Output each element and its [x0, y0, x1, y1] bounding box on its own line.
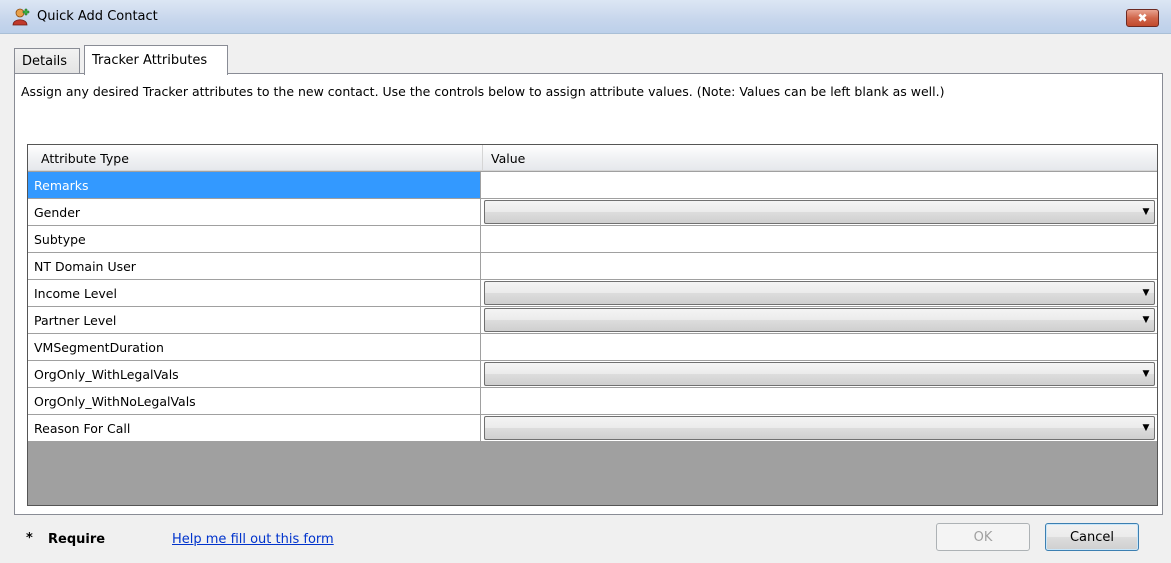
attribute-type-cell[interactable]: Income Level: [28, 280, 481, 306]
grid-row-orgonly-withlegalvals[interactable]: OrgOnly_WithLegalVals ▼: [28, 361, 1157, 388]
attribute-type-cell[interactable]: OrgOnly_WithNoLegalVals: [28, 388, 481, 414]
help-fill-form-link[interactable]: Help me fill out this form: [172, 532, 334, 547]
column-header-attribute-type[interactable]: Attribute Type: [28, 145, 483, 171]
required-label: Require: [48, 532, 106, 547]
orgonly-withnolegalvals-value-field[interactable]: [482, 388, 1157, 414]
remarks-value-field[interactable]: [482, 172, 1157, 198]
ok-button[interactable]: OK: [936, 523, 1030, 551]
vmsegmentduration-value-field[interactable]: [482, 334, 1157, 360]
required-marker: *: [26, 531, 33, 546]
reason-for-call-dropdown[interactable]: ▼: [484, 416, 1155, 440]
column-header-value[interactable]: Value: [483, 145, 1157, 171]
chevron-down-icon[interactable]: ▼: [1140, 367, 1152, 381]
attribute-type-cell[interactable]: OrgOnly_WithLegalVals: [28, 361, 481, 387]
attribute-type-cell[interactable]: Remarks: [28, 172, 481, 198]
gender-value-cell: ▼: [482, 199, 1157, 225]
grid-row-reason-for-call[interactable]: Reason For Call ▼: [28, 415, 1157, 442]
income-level-value-cell: ▼: [482, 280, 1157, 306]
title-bar: Quick Add Contact ✖: [0, 0, 1171, 34]
orgonly-withlegalvals-dropdown[interactable]: ▼: [484, 362, 1155, 386]
attribute-type-cell[interactable]: Reason For Call: [28, 415, 481, 441]
grid-row-vmsegmentduration[interactable]: VMSegmentDuration: [28, 334, 1157, 361]
instructions-text: Assign any desired Tracker attributes to…: [21, 84, 945, 99]
chevron-down-icon[interactable]: ▼: [1140, 286, 1152, 300]
grid-row-nt-domain-user[interactable]: NT Domain User: [28, 253, 1157, 280]
attribute-type-cell[interactable]: Partner Level: [28, 307, 481, 333]
chevron-down-icon[interactable]: ▼: [1140, 205, 1152, 219]
nt-domain-user-value-field[interactable]: [482, 253, 1157, 279]
attribute-type-cell[interactable]: VMSegmentDuration: [28, 334, 481, 360]
grid-row-income-level[interactable]: Income Level ▼: [28, 280, 1157, 307]
grid-row-partner-level[interactable]: Partner Level ▼: [28, 307, 1157, 334]
tab-tracker-attributes[interactable]: Tracker Attributes: [84, 45, 228, 75]
tab-details[interactable]: Details: [14, 48, 80, 74]
attribute-type-cell[interactable]: Gender: [28, 199, 481, 225]
partner-level-dropdown[interactable]: ▼: [484, 308, 1155, 332]
chevron-down-icon[interactable]: ▼: [1140, 313, 1152, 327]
close-icon: ✖: [1137, 11, 1148, 25]
subtype-value-field[interactable]: [482, 226, 1157, 252]
contact-add-icon: [12, 8, 30, 26]
grid-row-subtype[interactable]: Subtype: [28, 226, 1157, 253]
reason-for-call-value-cell: ▼: [482, 415, 1157, 441]
window-title: Quick Add Contact: [37, 9, 158, 24]
income-level-dropdown[interactable]: ▼: [484, 281, 1155, 305]
tab-tracker-attributes-label: Tracker Attributes: [92, 53, 208, 68]
cancel-button[interactable]: Cancel: [1045, 523, 1139, 551]
attribute-type-cell[interactable]: NT Domain User: [28, 253, 481, 279]
grid-header: Attribute Type Value: [28, 145, 1157, 171]
partner-level-value-cell: ▼: [482, 307, 1157, 333]
close-button[interactable]: ✖: [1126, 9, 1159, 27]
quick-add-contact-window: Quick Add Contact ✖ Details Tracker Attr…: [0, 0, 1171, 563]
attributes-grid: Attribute Type Value Remarks Gender ▼ Su…: [27, 144, 1158, 506]
chevron-down-icon[interactable]: ▼: [1140, 421, 1152, 435]
grid-row-gender[interactable]: Gender ▼: [28, 199, 1157, 226]
attribute-type-cell[interactable]: Subtype: [28, 226, 481, 252]
grid-row-orgonly-withnolegalvals[interactable]: OrgOnly_WithNoLegalVals: [28, 388, 1157, 415]
tab-details-label: Details: [22, 54, 68, 69]
grid-row-remarks[interactable]: Remarks: [28, 172, 1157, 199]
grid-rows: Remarks Gender ▼ Subtype NT Domain User: [28, 172, 1157, 442]
gender-dropdown[interactable]: ▼: [484, 200, 1155, 224]
orgonly-withlegalvals-value-cell: ▼: [482, 361, 1157, 387]
